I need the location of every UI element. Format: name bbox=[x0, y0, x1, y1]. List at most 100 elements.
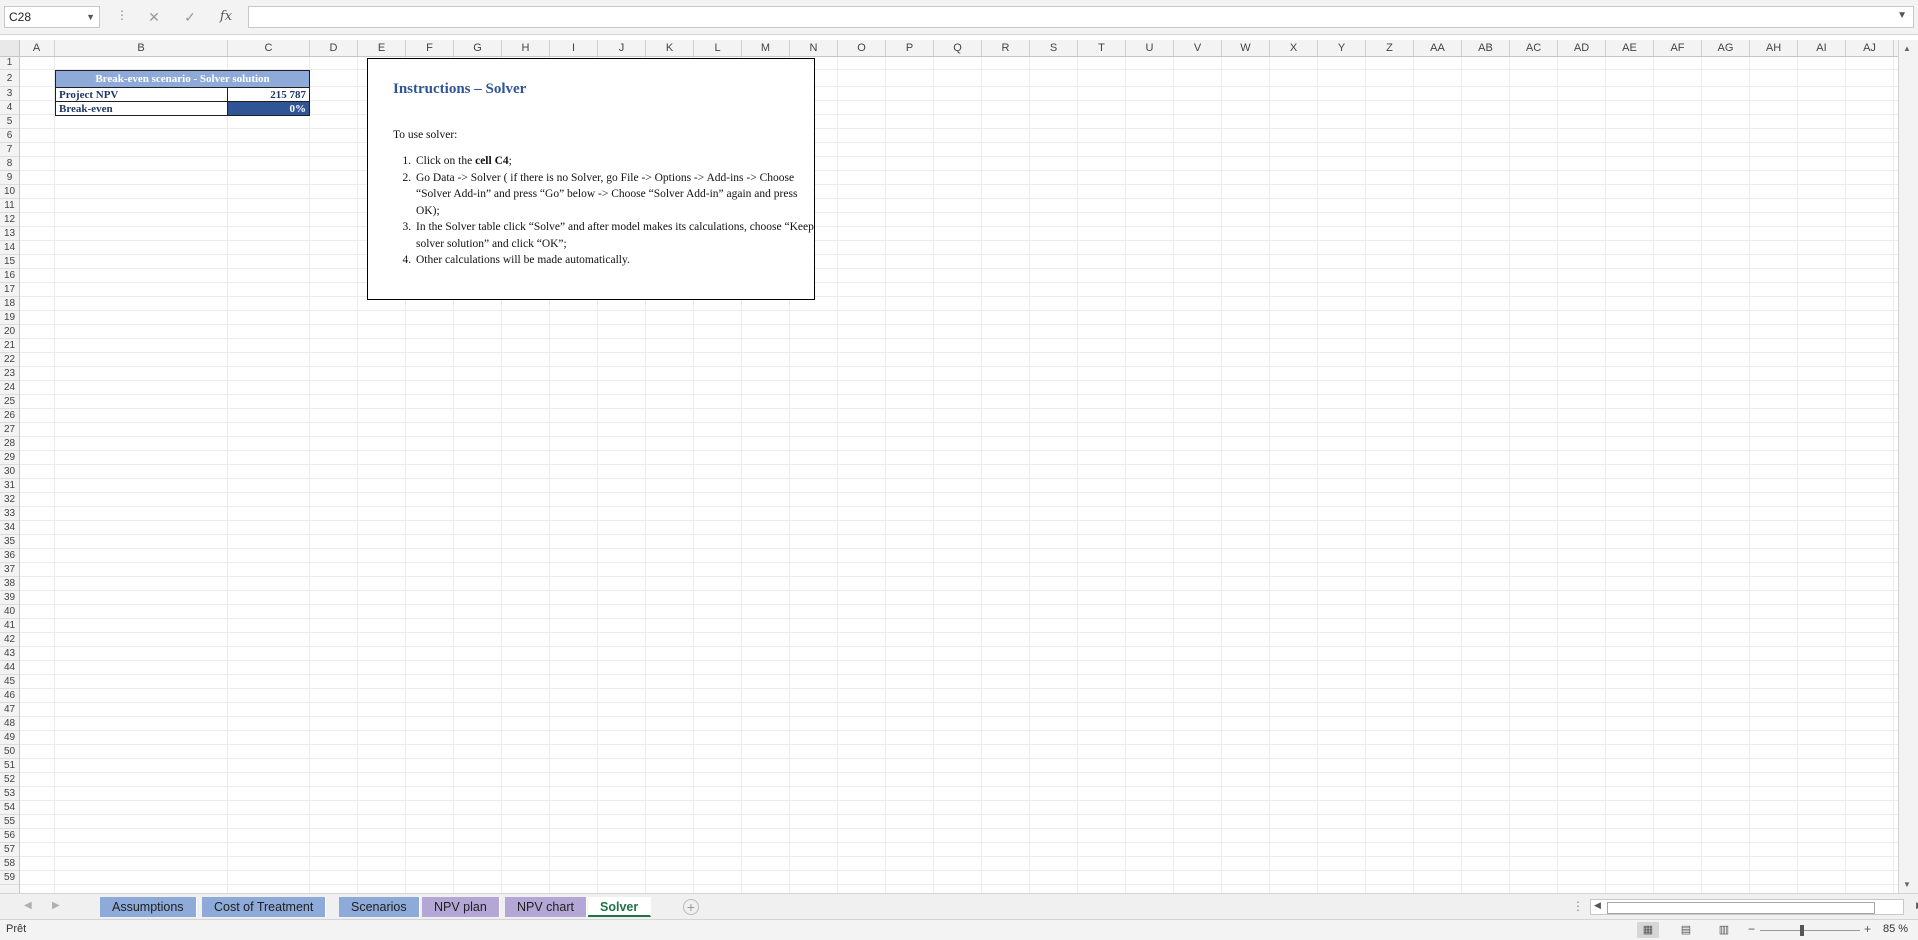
sheet-tab[interactable]: Solver bbox=[588, 897, 652, 917]
prev-sheet-icon[interactable]: ◀ bbox=[24, 900, 32, 911]
name-box[interactable]: C28 ▼ bbox=[4, 6, 100, 28]
row-header[interactable]: 21 bbox=[0, 339, 19, 353]
column-header[interactable]: AA bbox=[1414, 40, 1462, 56]
expand-formula-bar-icon[interactable]: ▼ bbox=[1897, 10, 1907, 21]
row-header[interactable]: 51 bbox=[0, 759, 19, 773]
row-header[interactable]: 3 bbox=[0, 87, 19, 101]
next-sheet-icon[interactable]: ▶ bbox=[52, 900, 60, 911]
column-header[interactable]: AB bbox=[1462, 40, 1510, 56]
add-sheet-icon[interactable]: + bbox=[683, 899, 699, 915]
column-header[interactable]: O bbox=[838, 40, 886, 56]
row-header[interactable]: 48 bbox=[0, 717, 19, 731]
project-npv-label[interactable]: Project NPV bbox=[55, 87, 228, 102]
zoom-level[interactable]: 85 % bbox=[1883, 923, 1908, 935]
row-header[interactable]: 13 bbox=[0, 227, 19, 241]
sheet-tab[interactable]: Scenarios bbox=[339, 897, 420, 917]
zoom-slider-thumb[interactable] bbox=[1800, 925, 1804, 936]
row-header[interactable]: 5 bbox=[0, 115, 19, 129]
row-header[interactable]: 55 bbox=[0, 815, 19, 829]
column-header[interactable]: S bbox=[1030, 40, 1078, 56]
row-header[interactable]: 53 bbox=[0, 787, 19, 801]
row-header[interactable]: 57 bbox=[0, 843, 19, 857]
row-header[interactable]: 50 bbox=[0, 745, 19, 759]
row-header[interactable]: 12 bbox=[0, 213, 19, 227]
row-header[interactable]: 6 bbox=[0, 129, 19, 143]
select-all-corner[interactable] bbox=[0, 40, 20, 57]
row-header[interactable]: 37 bbox=[0, 563, 19, 577]
column-header[interactable]: AC bbox=[1510, 40, 1558, 56]
row-header[interactable]: 30 bbox=[0, 465, 19, 479]
row-header[interactable]: 36 bbox=[0, 549, 19, 563]
column-header[interactable]: I bbox=[550, 40, 598, 56]
column-header[interactable]: C bbox=[228, 40, 310, 56]
column-header[interactable]: AH bbox=[1750, 40, 1798, 56]
column-header[interactable]: J bbox=[598, 40, 646, 56]
row-header[interactable]: 35 bbox=[0, 535, 19, 549]
column-header[interactable]: X bbox=[1270, 40, 1318, 56]
row-header[interactable]: 11 bbox=[0, 199, 19, 213]
sheet-tab[interactable]: NPV plan bbox=[422, 897, 500, 917]
row-header[interactable]: 16 bbox=[0, 269, 19, 283]
enter-icon[interactable]: ✓ bbox=[176, 6, 204, 28]
row-header[interactable]: 20 bbox=[0, 325, 19, 339]
row-header[interactable]: 43 bbox=[0, 647, 19, 661]
column-header[interactable]: AD bbox=[1558, 40, 1606, 56]
row-header[interactable]: 52 bbox=[0, 773, 19, 787]
column-header[interactable]: M bbox=[742, 40, 790, 56]
page-layout-icon[interactable]: ▤ bbox=[1675, 922, 1697, 938]
zoom-out-icon[interactable]: − bbox=[1748, 922, 1755, 936]
zoom-slider[interactable] bbox=[1760, 930, 1860, 931]
sheet-tab[interactable]: NPV chart bbox=[505, 897, 587, 917]
column-header[interactable]: A bbox=[19, 40, 55, 56]
instructions-text-box[interactable]: Instructions – Solver To use solver: Cli… bbox=[367, 58, 815, 300]
column-header[interactable]: K bbox=[646, 40, 694, 56]
column-header[interactable]: AE bbox=[1606, 40, 1654, 56]
row-header[interactable]: 41 bbox=[0, 619, 19, 633]
column-header[interactable]: E bbox=[358, 40, 406, 56]
column-header[interactable]: L bbox=[694, 40, 742, 56]
row-header[interactable]: 9 bbox=[0, 171, 19, 185]
row-header[interactable]: 59 bbox=[0, 871, 19, 885]
chevron-down-icon[interactable]: ▼ bbox=[86, 7, 95, 27]
row-header[interactable]: 31 bbox=[0, 479, 19, 493]
row-header[interactable]: 2 bbox=[0, 70, 19, 87]
column-header[interactable]: F bbox=[406, 40, 454, 56]
row-header[interactable]: 49 bbox=[0, 731, 19, 745]
column-header[interactable]: AJ bbox=[1846, 40, 1894, 56]
column-header[interactable]: AF bbox=[1654, 40, 1702, 56]
cancel-icon[interactable]: ✕ bbox=[140, 6, 168, 28]
row-header[interactable]: 1 bbox=[0, 56, 19, 70]
sheet-tab[interactable]: Cost of Treatment bbox=[202, 897, 327, 917]
column-header[interactable]: N bbox=[790, 40, 838, 56]
column-header[interactable]: AG bbox=[1702, 40, 1750, 56]
row-header[interactable]: 27 bbox=[0, 423, 19, 437]
row-header[interactable]: 29 bbox=[0, 451, 19, 465]
worksheet-grid[interactable] bbox=[0, 40, 1898, 893]
column-header[interactable]: D bbox=[310, 40, 358, 56]
row-header[interactable]: 58 bbox=[0, 857, 19, 871]
sheet-tab[interactable]: Assumptions bbox=[100, 897, 197, 917]
zoom-in-icon[interactable]: + bbox=[1864, 922, 1871, 936]
row-header[interactable]: 22 bbox=[0, 353, 19, 367]
break-even-label[interactable]: Break-even bbox=[55, 101, 228, 116]
row-header[interactable]: 34 bbox=[0, 521, 19, 535]
row-header[interactable]: 24 bbox=[0, 381, 19, 395]
row-header[interactable]: 14 bbox=[0, 241, 19, 255]
column-header[interactable]: Y bbox=[1318, 40, 1366, 56]
row-header[interactable]: 23 bbox=[0, 367, 19, 381]
row-header[interactable]: 39 bbox=[0, 591, 19, 605]
row-header[interactable]: 4 bbox=[0, 101, 19, 115]
row-header[interactable]: 44 bbox=[0, 661, 19, 675]
formula-input[interactable]: ▼ bbox=[248, 6, 1914, 28]
row-header[interactable]: 56 bbox=[0, 829, 19, 843]
column-header[interactable]: U bbox=[1126, 40, 1174, 56]
column-header[interactable]: Q bbox=[934, 40, 982, 56]
row-header[interactable]: 7 bbox=[0, 143, 19, 157]
row-header[interactable]: 46 bbox=[0, 689, 19, 703]
column-header[interactable]: P bbox=[886, 40, 934, 56]
table-title[interactable]: Break-even scenario - Solver solution bbox=[55, 70, 310, 88]
row-header[interactable]: 19 bbox=[0, 311, 19, 325]
column-header[interactable]: Z bbox=[1366, 40, 1414, 56]
column-header[interactable]: H bbox=[502, 40, 550, 56]
row-header[interactable]: 28 bbox=[0, 437, 19, 451]
